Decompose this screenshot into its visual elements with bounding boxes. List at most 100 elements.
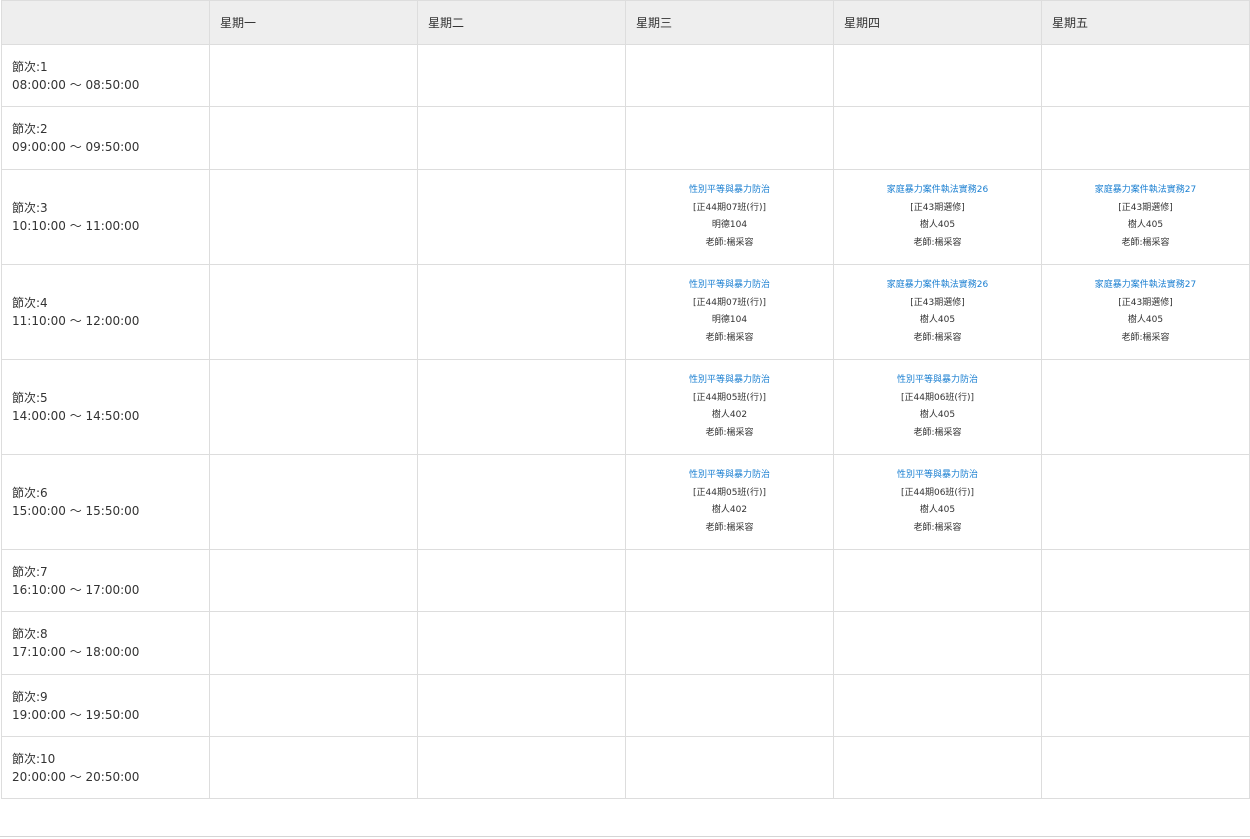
course-room: 樹人405 (919, 505, 956, 515)
period-cell: 節次:5 14:00:00 ～ 14:50:00 (1, 359, 210, 455)
period-time: 09:00:00 ～ 09:50:00 (12, 140, 140, 154)
schedule-cell: 家庭暴力案件執法實務27 [正43期選修] 樹人405 老師:楊采容 (1041, 169, 1250, 265)
schedule-cell (1041, 549, 1250, 612)
schedule-cell (625, 106, 834, 170)
course-class: [正43期選修] (1118, 202, 1173, 213)
period-label: 節次:10 (12, 751, 56, 766)
period-label: 節次:6 (12, 486, 48, 500)
schedule-cell (417, 674, 626, 737)
schedule-cell (417, 44, 626, 107)
period-row: 節次:2 09:00:00 ～ 09:50:00 (1, 106, 1250, 170)
schedule-cell (209, 549, 418, 612)
schedule-cell (209, 454, 418, 550)
period-row: 節次:6 15:00:00 ～ 15:50:00 性別平等與暴力防治 [正44期05班… (1, 454, 1250, 550)
course-entry: 家庭暴力案件執法實務27 [正43期選修] 樹人405 老師:楊采容 (1042, 182, 1249, 252)
course-name-link[interactable]: 性別平等與暴力防治 (626, 372, 833, 390)
period-time: 19:00:00 ～ 19:50:00 (12, 707, 140, 722)
period-cell: 節次:1 08:00:00 ～ 08:50:00 (1, 44, 210, 107)
schedule-cell (1041, 454, 1250, 550)
period-label: 節次:8 (12, 627, 48, 641)
header-day-tue: 星期二 (417, 0, 626, 45)
course-class: [正44期07班(行)] (693, 297, 766, 308)
bottom-divider (0, 836, 1250, 837)
schedule-cell (417, 169, 626, 265)
schedule-cell (833, 674, 1042, 737)
period-row: 節次:7 16:10:00 ～ 17:00:00 (1, 549, 1250, 612)
period-time: 08:00:00 ～ 08:50:00 (12, 77, 140, 92)
course-name-link[interactable]: 家庭暴力案件執法實務27 (1042, 277, 1249, 295)
course-class: [正44期06班(行)] (901, 487, 974, 498)
course-teacher: 老師:楊采容 (913, 522, 962, 533)
header-day-thu: 星期四 (833, 0, 1042, 45)
header-day-fri: 星期五 (1041, 0, 1250, 45)
course-entry: 家庭暴力案件執法實務26 [正43期選修] 樹人405 老師:楊采容 (834, 182, 1041, 252)
schedule-cell (833, 44, 1042, 107)
schedule-cell (417, 736, 626, 799)
period-cell: 節次:6 15:00:00 ～ 15:50:00 (1, 454, 210, 550)
course-class: [正44期05班(行)] (693, 487, 766, 498)
period-cell: 節次:4 11:10:00 ～ 12:00:00 (1, 264, 210, 360)
period-row: 節次:8 17:10:00 ～ 18:00:00 (1, 611, 1250, 675)
course-class: [正43期選修] (1118, 297, 1173, 308)
schedule-cell (625, 611, 834, 675)
course-room: 樹人402 (711, 505, 748, 515)
course-room: 樹人402 (711, 410, 748, 420)
course-teacher: 老師:楊采容 (705, 332, 754, 343)
course-name-link[interactable]: 性別平等與暴力防治 (626, 467, 833, 485)
period-time: 20:00:00 ～ 20:50:00 (12, 769, 140, 784)
course-name-link[interactable]: 性別平等與暴力防治 (834, 372, 1041, 390)
schedule-cell (833, 549, 1042, 612)
period-row: 節次:4 11:10:00 ～ 12:00:00 性別平等與暴力防治 [正44期07班… (1, 264, 1250, 360)
period-time: 15:00:00 ～ 15:50:00 (12, 504, 140, 518)
period-time: 16:10:00 ～ 17:00:00 (12, 582, 140, 597)
period-cell: 節次:8 17:10:00 ～ 18:00:00 (1, 611, 210, 675)
header-row: 星期一 星期二 星期三 星期四 星期五 (1, 0, 1250, 45)
schedule-cell (417, 264, 626, 360)
schedule-cell (209, 264, 418, 360)
course-entry: 家庭暴力案件執法實務26 [正43期選修] 樹人405 老師:楊采容 (834, 277, 1041, 347)
schedule-cell: 家庭暴力案件執法實務26 [正43期選修] 樹人405 老師:楊采容 (833, 264, 1042, 360)
course-entry: 性別平等與暴力防治 [正44期07班(行)] 明德104 老師:楊采容 (626, 182, 833, 252)
schedule-cell (1041, 736, 1250, 799)
schedule-cell (417, 106, 626, 170)
period-cell: 節次:10 20:00:00 ～ 20:50:00 (1, 736, 210, 799)
schedule-cell (625, 44, 834, 107)
course-class: [正44期05班(行)] (693, 392, 766, 403)
period-row: 節次:3 10:10:00 ～ 11:00:00 性別平等與暴力防治 [正44期07班… (1, 169, 1250, 265)
course-name-link[interactable]: 家庭暴力案件執法實務27 (1042, 182, 1249, 200)
schedule-cell (625, 549, 834, 612)
schedule-cell (833, 736, 1042, 799)
course-entry: 家庭暴力案件執法實務27 [正43期選修] 樹人405 老師:楊采容 (1042, 277, 1249, 347)
period-label: 節次:7 (12, 564, 48, 579)
course-class: [正43期選修] (910, 202, 965, 213)
header-day-wed: 星期三 (625, 0, 834, 45)
course-name-link[interactable]: 性別平等與暴力防治 (626, 182, 833, 200)
course-class: [正44期06班(行)] (901, 392, 974, 403)
period-label: 節次:2 (12, 122, 48, 136)
period-time: 10:10:00 ～ 11:00:00 (12, 219, 140, 233)
course-room: 明德104 (711, 315, 748, 325)
course-name-link[interactable]: 性別平等與暴力防治 (834, 467, 1041, 485)
header-day-mon: 星期一 (209, 0, 418, 45)
course-room: 樹人405 (1127, 315, 1164, 325)
course-room: 樹人405 (919, 220, 956, 230)
course-room: 樹人405 (1127, 220, 1164, 230)
course-name-link[interactable]: 家庭暴力案件執法實務26 (834, 182, 1041, 200)
period-row: 節次:9 19:00:00 ～ 19:50:00 (1, 674, 1250, 737)
timetable-page: 星期一 星期二 星期三 星期四 星期五 節次:1 08:00:00 ～ 08:50… (0, 0, 1250, 839)
course-class: [正43期選修] (910, 297, 965, 308)
period-label: 節次:3 (12, 201, 48, 215)
timetable: 星期一 星期二 星期三 星期四 星期五 節次:1 08:00:00 ～ 08:50… (1, 0, 1250, 799)
schedule-cell: 性別平等與暴力防治 [正44期07班(行)] 明德104 老師:楊采容 (625, 264, 834, 360)
schedule-cell: 性別平等與暴力防治 [正44期05班(行)] 樹人402 老師:楊采容 (625, 359, 834, 455)
schedule-cell (417, 359, 626, 455)
course-name-link[interactable]: 家庭暴力案件執法實務26 (834, 277, 1041, 295)
period-label: 節次:4 (12, 296, 48, 310)
schedule-cell (209, 44, 418, 107)
period-time: 14:00:00 ～ 14:50:00 (12, 409, 140, 423)
schedule-cell: 性別平等與暴力防治 [正44期06班(行)] 樹人405 老師:楊采容 (833, 359, 1042, 455)
schedule-cell (1041, 359, 1250, 455)
course-name-link[interactable]: 性別平等與暴力防治 (626, 277, 833, 295)
schedule-cell (1041, 44, 1250, 107)
schedule-cell (209, 611, 418, 675)
